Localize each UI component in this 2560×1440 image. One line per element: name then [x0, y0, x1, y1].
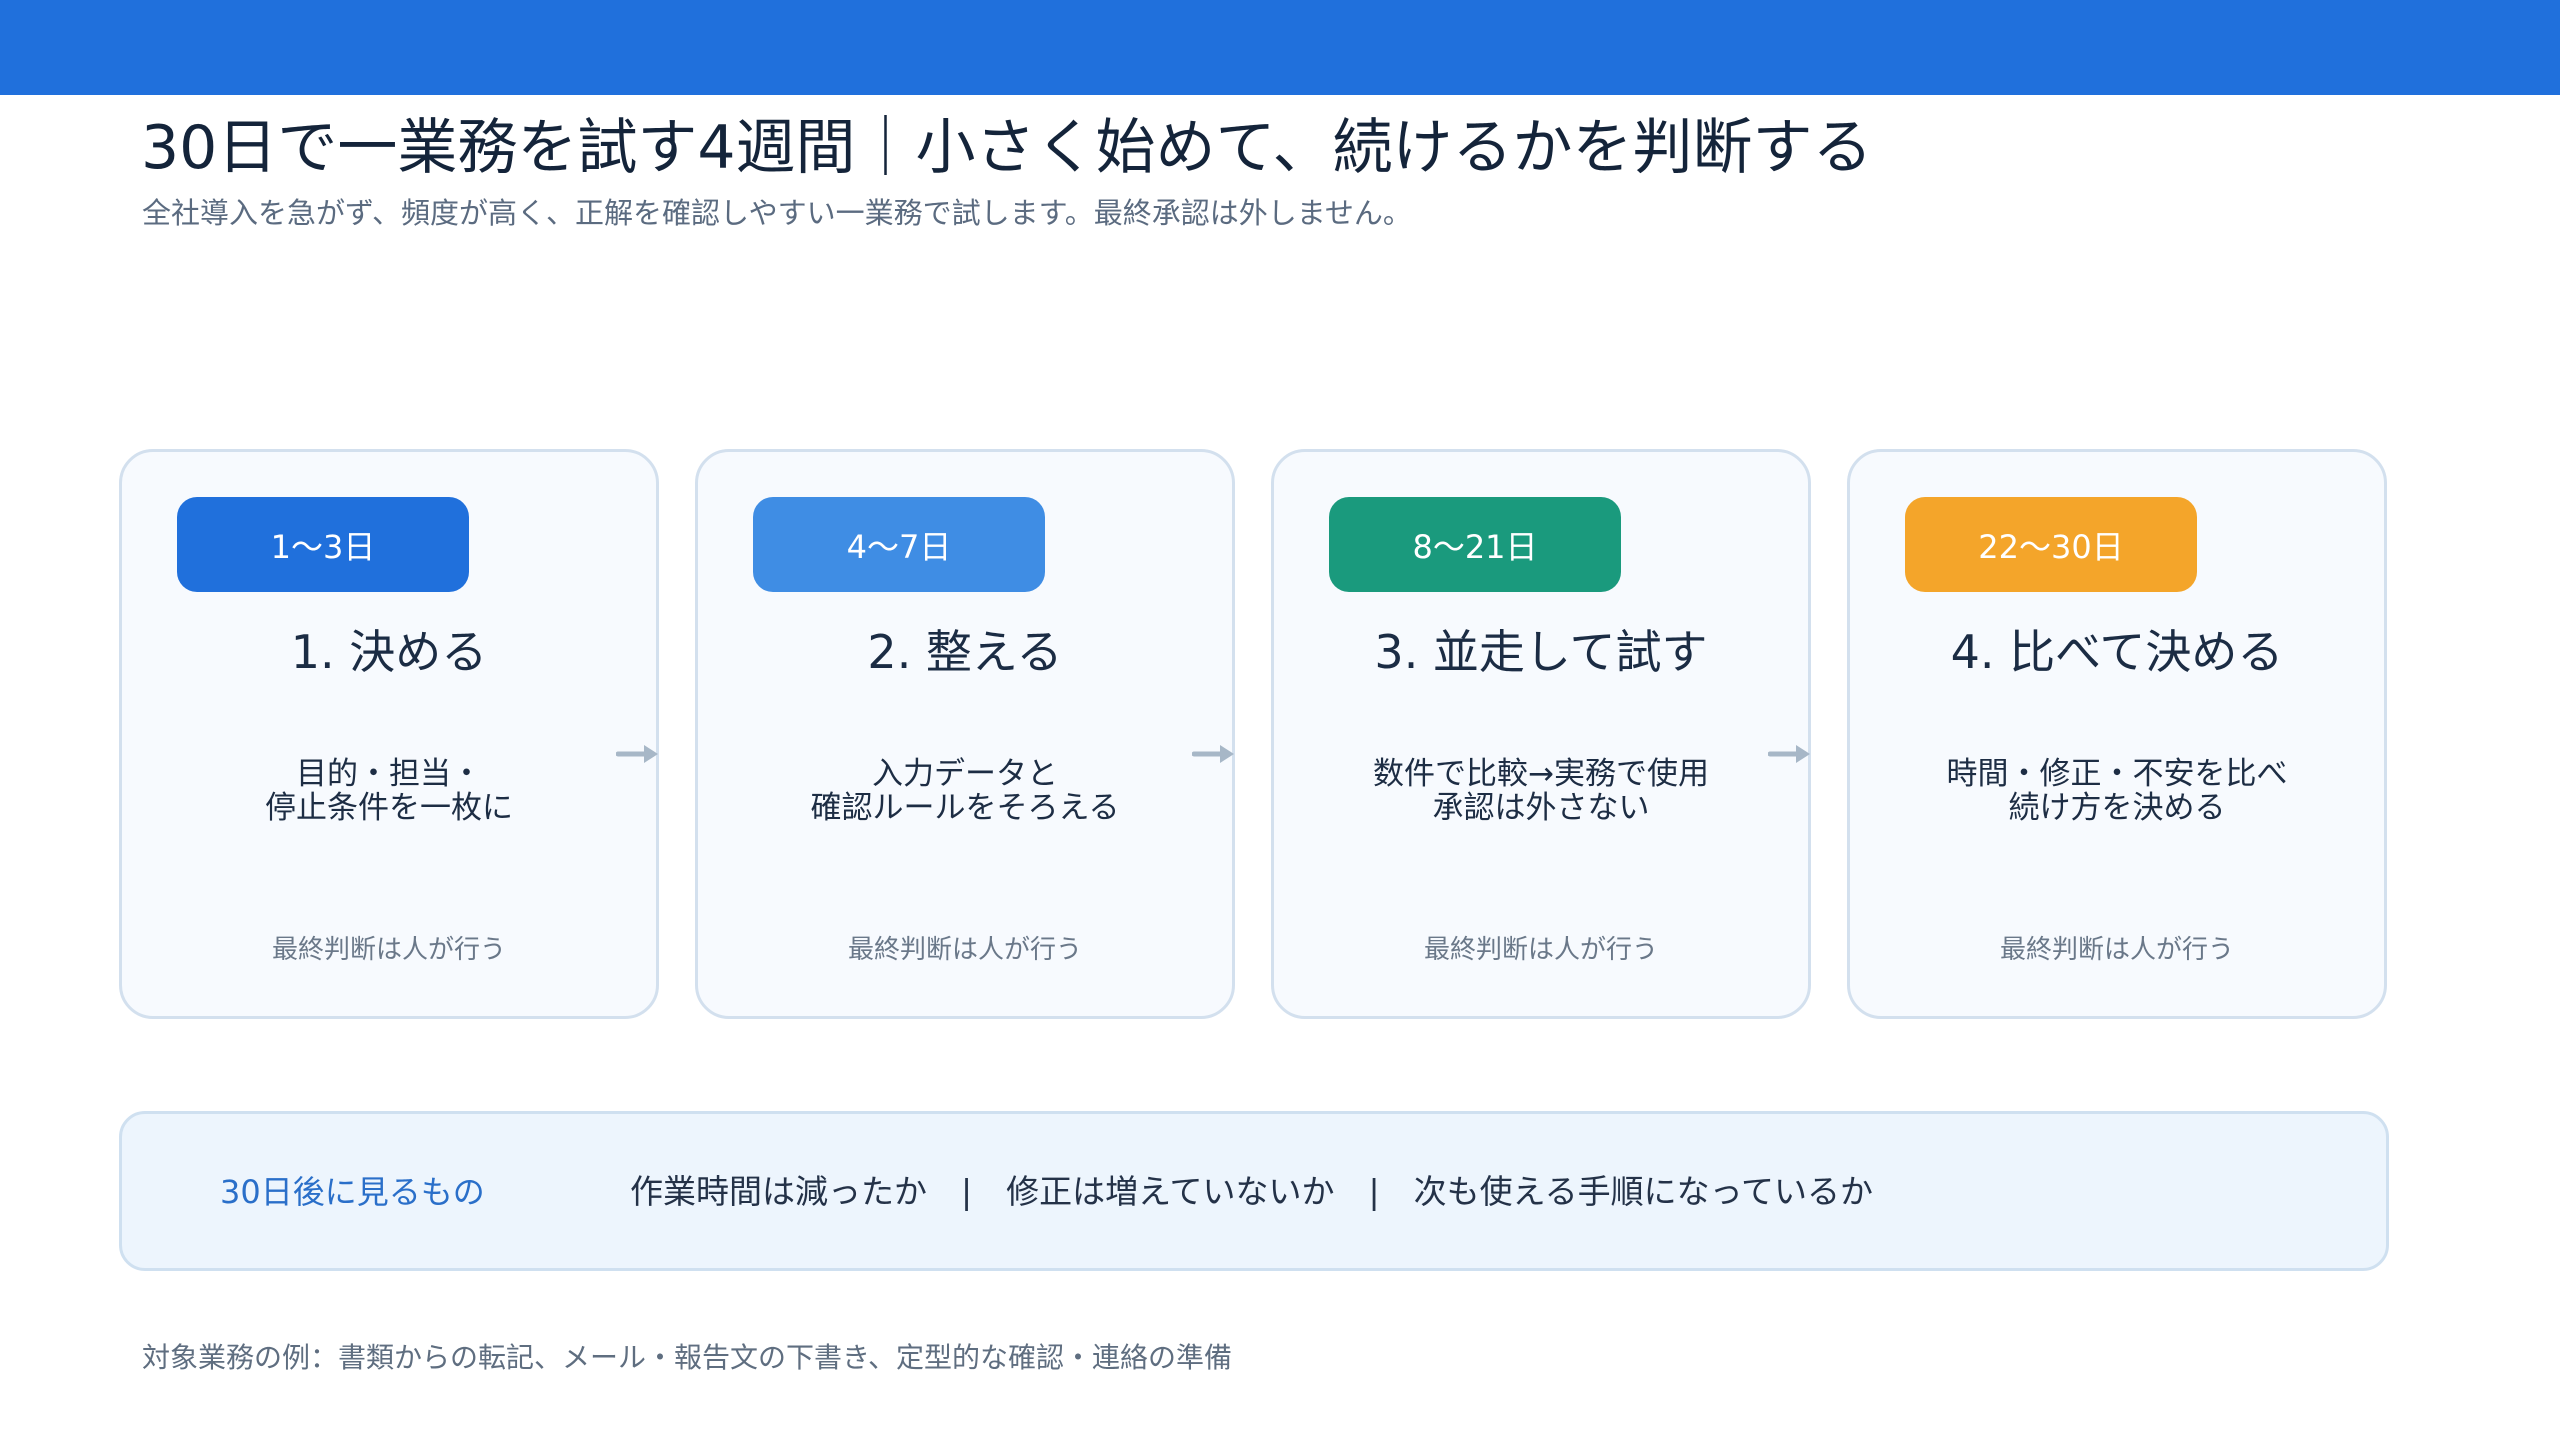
step-note: 最終判断は人が行う: [1999, 935, 2234, 965]
step-title: 1. 決める: [290, 625, 488, 679]
step-card-4: 22〜30日 4. 比べて決める 時間・修正・不安を比べ 続け方を決める 最終判…: [1847, 449, 2387, 1019]
step-card-3: 8〜21日 3. 並走して試す 数件で比較→実務で使用 承認は外さない 最終判断…: [1271, 449, 1811, 1019]
step-description: 時間・修正・不安を比べ 続け方を決める: [1946, 756, 2288, 826]
footer-note: 対象業務の例：書類からの転記、メール・報告文の下書き、定型的な確認・連絡の準備: [142, 1341, 1233, 1374]
step-title: 4. 比べて決める: [1950, 625, 2284, 679]
step-note: 最終判断は人が行う: [847, 935, 1082, 965]
criterion-item: 修正は増えていないか: [1006, 1172, 1335, 1211]
page-title: 30日で一業務を試す4週間｜小さく始めて、続けるかを判断する: [141, 113, 1873, 183]
period-badge: 22〜30日: [1905, 497, 2197, 592]
period-badge: 8〜21日: [1329, 497, 1621, 592]
top-accent-bar: [0, 0, 2560, 95]
step-note: 最終判断は人が行う: [1423, 935, 1658, 965]
step-description: 目的・担当・ 停止条件を一枚に: [265, 756, 513, 826]
period-badge: 4〜7日: [753, 497, 1045, 592]
criterion-separator: |: [1368, 1172, 1380, 1211]
page-subtitle: 全社導入を急がず、頻度が高く、正解を確認しやすい一業務で試します。最終承認は外し…: [142, 196, 1412, 230]
criterion-item: 次も使える手順になっているか: [1413, 1172, 1873, 1211]
arrow-right-icon: [616, 745, 658, 763]
step-card-2: 4〜7日 2. 整える 入力データと 確認ルールをそろえる 最終判断は人が行う: [695, 449, 1235, 1019]
summary-criteria: 作業時間は減ったか | 修正は増えていないか | 次も使える手順になっているか: [630, 1170, 1873, 1214]
period-badge: 1〜3日: [177, 497, 469, 592]
step-description: 数件で比較→実務で使用 承認は外さない: [1373, 756, 1709, 826]
summary-label: 30日後に見るもの: [220, 1173, 485, 1211]
step-title: 2. 整える: [867, 625, 1063, 679]
criterion-separator: |: [961, 1172, 973, 1211]
arrow-right-icon: [1768, 745, 1810, 763]
step-note: 最終判断は人が行う: [271, 935, 506, 965]
criterion-item: 作業時間は減ったか: [630, 1172, 927, 1211]
step-title: 3. 並走して試す: [1374, 625, 1708, 679]
step-description: 入力データと 確認ルールをそろえる: [810, 756, 1120, 826]
summary-box: 30日後に見るもの 作業時間は減ったか | 修正は増えていないか | 次も使える…: [119, 1111, 2389, 1271]
arrow-right-icon: [1192, 745, 1234, 763]
step-card-1: 1〜3日 1. 決める 目的・担当・ 停止条件を一枚に 最終判断は人が行う: [119, 449, 659, 1019]
